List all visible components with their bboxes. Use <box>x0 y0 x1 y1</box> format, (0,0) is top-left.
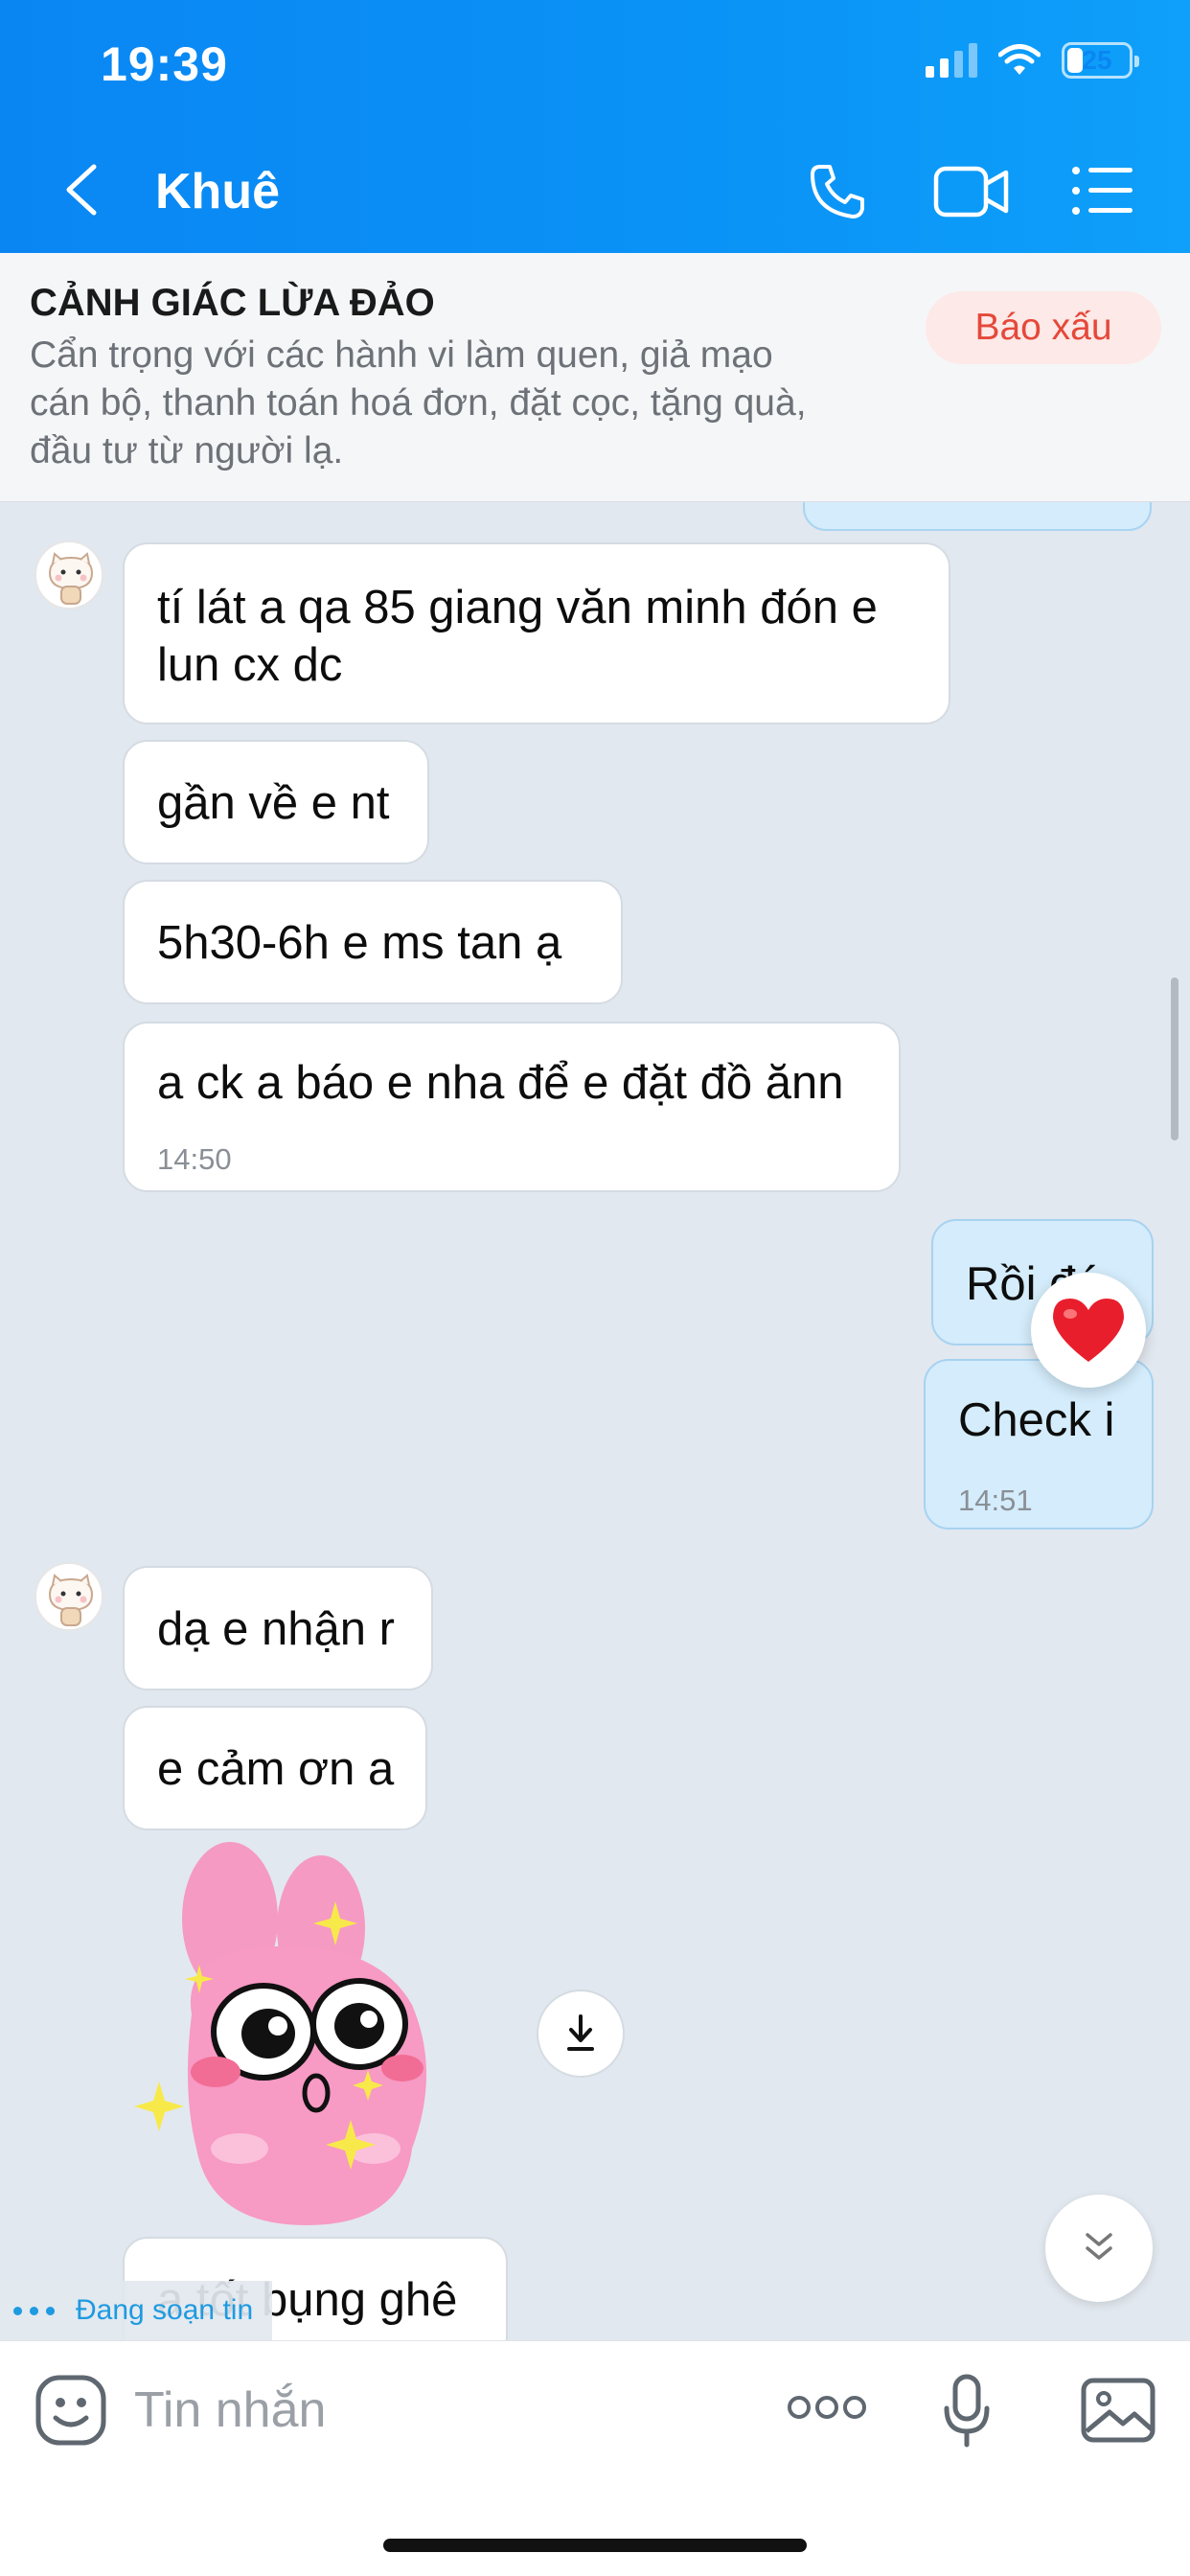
cat-avatar-icon <box>36 542 102 608</box>
scrollbar[interactable] <box>1171 978 1179 1140</box>
contact-avatar[interactable] <box>34 1562 103 1631</box>
download-button[interactable] <box>537 1990 625 2078</box>
message-timestamp: 14:50 <box>157 1142 232 1176</box>
scam-warning-banner: CẢNH GIÁC LỪA ĐẢO Cẩn trọng với các hành… <box>0 253 1190 502</box>
warning-text: Cẩn trọng với các hành vi làm quen, giả … <box>30 332 911 475</box>
chat-header: 19:39 25 Khuê <box>0 0 1190 253</box>
message-text: Check i <box>958 1394 1115 1446</box>
contact-avatar[interactable] <box>34 540 103 610</box>
status-icons: 25 <box>926 42 1139 79</box>
message-input[interactable] <box>134 2380 747 2441</box>
warning-line: đầu tư từ người lạ. <box>30 430 344 472</box>
received-message-bubble[interactable]: a ck a báo e nha để e đặt đồ ănn 14:50 <box>123 1022 901 1192</box>
video-call-icon[interactable] <box>933 165 1010 218</box>
battery-level: 25 <box>1082 45 1112 75</box>
wifi-icon <box>998 44 1041 75</box>
warning-line: Cẩn trọng với các hành vi làm quen, giả … <box>30 334 773 376</box>
cellular-signal-icon <box>926 43 977 78</box>
more-options-icon[interactable] <box>788 2393 866 2422</box>
message-text: 5h30-6h e ms tan ạ <box>157 917 562 969</box>
warning-line: cán bộ, thanh toán hoá đơn, đặt cọc, tặn… <box>30 382 807 424</box>
message-text: lun cx dc <box>157 639 343 691</box>
message-list[interactable]: tí lát a qa 85 giang văn minh đón e lun … <box>0 502 1190 2340</box>
typing-dots-icon <box>13 2306 55 2315</box>
message-text: tí lát a qa 85 giang văn minh đón e <box>157 582 878 633</box>
heart-reaction[interactable] <box>1031 1273 1146 1388</box>
received-message-bubble[interactable]: dạ e nhận r <box>123 1566 433 1690</box>
contact-name[interactable]: Khuê <box>155 163 280 220</box>
sent-message-bubble[interactable] <box>803 502 1152 531</box>
heart-icon <box>1053 1299 1124 1362</box>
cat-avatar-icon <box>36 1564 102 1629</box>
sent-message-bubble[interactable]: Check i 14:51 <box>924 1359 1154 1530</box>
double-chevron-down-icon <box>1086 2233 1112 2260</box>
download-icon <box>567 2014 594 2051</box>
typing-indicator: Đang soạn tin <box>0 2281 273 2340</box>
battery-icon: 25 <box>1062 42 1139 79</box>
message-text: e cảm ơn a <box>157 1743 395 1795</box>
image-gallery-icon[interactable] <box>1081 2378 1156 2443</box>
back-icon[interactable] <box>57 161 105 218</box>
received-message-bubble[interactable]: e cảm ơn a <box>123 1706 427 1830</box>
report-button[interactable]: Báo xấu <box>926 291 1161 364</box>
menu-list-icon[interactable] <box>1071 165 1134 217</box>
status-time: 19:39 <box>101 37 228 91</box>
home-indicator <box>383 2539 807 2552</box>
typing-text: Đang soạn tin <box>76 2294 254 2326</box>
bunny-sticker[interactable] <box>125 1842 489 2244</box>
scroll-to-bottom-button[interactable] <box>1045 2195 1153 2302</box>
message-text: dạ e nhận r <box>157 1603 395 1655</box>
microphone-icon[interactable] <box>943 2374 991 2449</box>
message-text: a ck a báo e nha để e đặt đồ ănn <box>157 1057 844 1109</box>
phone-icon[interactable] <box>807 161 868 222</box>
emoji-icon[interactable] <box>34 2374 107 2447</box>
message-input-bar <box>0 2340 1190 2576</box>
received-message-bubble[interactable]: 5h30-6h e ms tan ạ <box>123 880 623 1004</box>
received-message-bubble[interactable]: tí lát a qa 85 giang văn minh đón e lun … <box>123 542 950 724</box>
received-message-bubble[interactable]: gần về e nt <box>123 740 429 864</box>
message-text: gần về e nt <box>157 777 390 829</box>
warning-title: CẢNH GIÁC LỪA ĐẢO <box>30 282 435 324</box>
message-timestamp: 14:51 <box>958 1484 1033 1517</box>
